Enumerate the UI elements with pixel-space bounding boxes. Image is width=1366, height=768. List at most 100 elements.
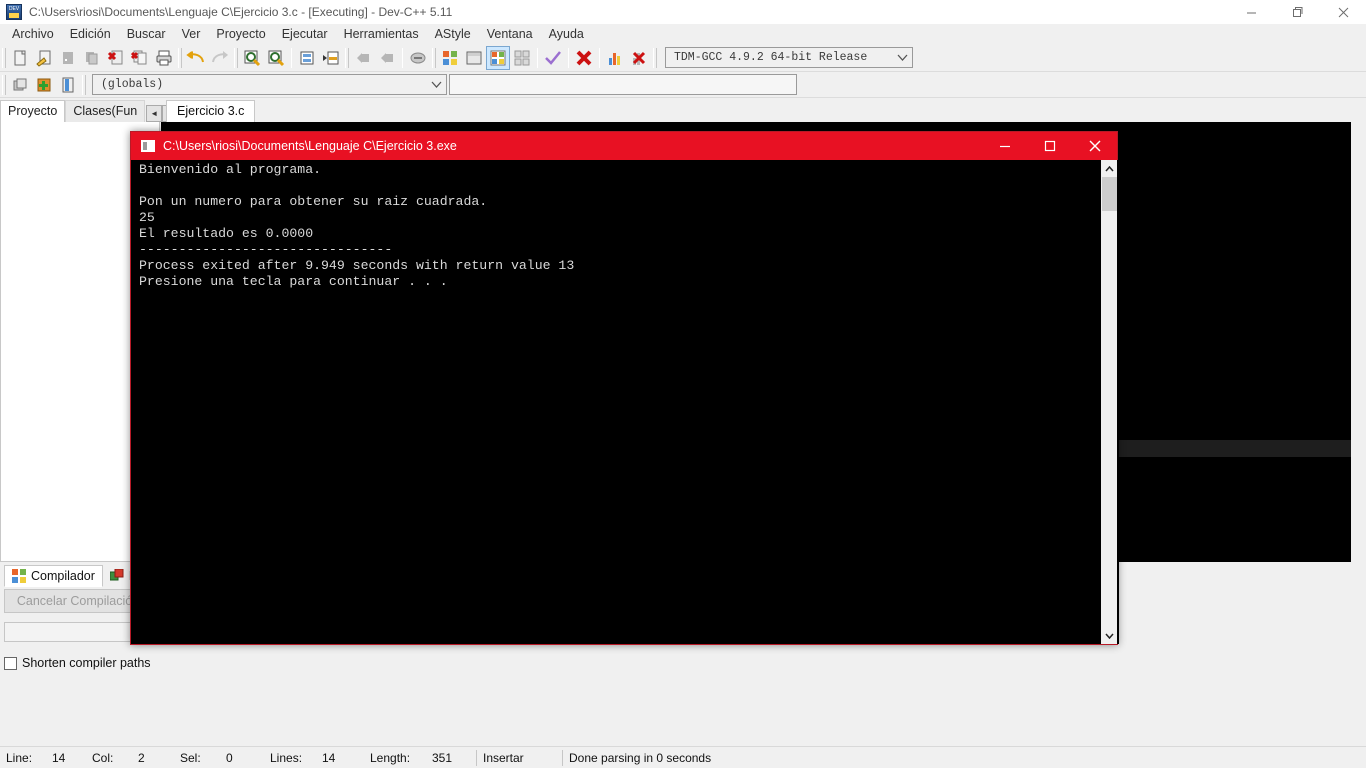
left-panel-tabs: Proyecto Clases(Fun ◄ ► [0,99,179,122]
menu-item-herramientas[interactable]: Herramientas [336,25,427,43]
devcpp-application-window: C:\Users\riosi\Documents\Lenguaje C\Ejer… [0,0,1366,768]
compiler-set-value: TDM-GCC 4.9.2 64-bit Release [674,51,868,64]
secondary-toolbar: (globals) [0,72,1366,98]
close-all-files-icon[interactable] [128,46,152,70]
status-line-value: 14 [52,750,66,765]
menu-item-proyecto[interactable]: Proyecto [208,25,273,43]
minimize-icon[interactable] [1228,0,1274,24]
compile-and-run-icon[interactable] [486,45,510,70]
console-title-bar[interactable]: C:\Users\riosi\Documents\Lenguaje C\Ejer… [131,132,1117,160]
main-title-bar: C:\Users\riosi\Documents\Lenguaje C\Ejer… [0,0,1366,24]
undo-icon[interactable] [184,46,208,70]
toolbar-grip-5[interactable] [432,47,436,68]
scope-value: (globals) [101,78,164,91]
console-scroll-up-icon[interactable] [1102,160,1117,177]
project-options-icon[interactable] [56,73,80,97]
panel-tab-row: Proyecto Clases(Fun ◄ ► Ejercicio 3.c [0,99,1366,122]
profile-icon[interactable] [603,46,627,70]
status-col-value: 2 [138,750,145,765]
compile-icon[interactable] [438,46,462,70]
chevron-down-icon[interactable] [892,48,912,67]
console-scroll-track[interactable] [1101,177,1117,627]
console-line-3: Pon un numero para obtener su raiz cuadr… [139,194,488,209]
console-line-8: Presione una tecla para continuar . . . [139,274,448,289]
status-bar: Line: 14 Col: 2 Sel: 0 Lines: 14 Length:… [0,746,1366,768]
print-icon[interactable] [152,46,176,70]
chevron-down-icon-2[interactable] [426,75,446,94]
goto-function-icon[interactable] [319,46,343,70]
toggle-breakpoint-icon[interactable] [406,46,430,70]
restore-icon[interactable] [1274,0,1320,24]
new-file-icon[interactable] [8,46,32,70]
toolbar-grip-3[interactable] [234,47,238,68]
console-minimize-icon[interactable] [982,132,1027,160]
shorten-compiler-paths-row[interactable]: Shorten compiler paths [4,656,156,670]
open-file-icon[interactable] [32,46,56,70]
tab-clases-funciones[interactable]: Clases(Fun [65,100,146,122]
status-lines-value: 14 [322,750,336,765]
console-close-icon[interactable] [1072,132,1117,160]
add-to-project-icon[interactable] [32,73,56,97]
delete-profile-icon[interactable] [627,46,651,70]
toolbar-grip[interactable] [2,47,6,68]
save-file-icon[interactable] [56,46,80,70]
menu-item-archivo[interactable]: Archivo [4,25,62,43]
menu-item-buscar[interactable]: Buscar [119,25,174,43]
resources-icon [109,568,124,583]
shorten-compiler-paths-checkbox[interactable] [4,656,17,670]
console-scroll-down-icon[interactable] [1102,627,1117,644]
console-output-area[interactable]: Bienvenido al programa. Pon un numero pa… [131,160,1119,644]
stop-execution-icon[interactable] [572,46,596,70]
close-icon[interactable] [1320,0,1366,24]
class-browser-combobox[interactable] [449,74,797,95]
scope-combobox[interactable]: (globals) [92,74,447,95]
compiler-set-combobox[interactable]: TDM-GCC 4.9.2 64-bit Release [665,47,913,68]
toolbar-grip-2[interactable] [178,47,182,68]
find-icon[interactable] [240,46,264,70]
tab-ejercicio-3-c[interactable]: Ejercicio 3.c [166,100,256,122]
console-title-text: C:\Users\riosi\Documents\Lenguaje C\Ejer… [163,139,457,153]
status-col: Col: 2 [86,748,174,768]
console-line-5: El resultado es 0.0000 [139,226,314,241]
shorten-compiler-paths-label: Shorten compiler paths [22,656,151,670]
rebuild-all-icon[interactable] [510,46,534,70]
menu-item-astyle[interactable]: AStyle [427,25,479,43]
menu-item-ayuda[interactable]: Ayuda [541,25,592,43]
redo-icon[interactable] [208,46,232,70]
tab-proyecto[interactable]: Proyecto [0,100,66,122]
replace-icon[interactable] [264,46,288,70]
compiler-icon [12,569,26,583]
goto-line-icon[interactable] [295,46,319,70]
console-output-text: Bienvenido al programa. Pon un numero pa… [139,162,574,290]
tab-compilador[interactable]: Compilador [4,565,103,587]
toolbar2-grip[interactable] [2,74,6,95]
console-line-6: -------------------------------- [139,242,393,257]
run-icon[interactable] [462,46,486,70]
console-scroll-thumb[interactable] [1101,177,1117,211]
toolbar2-grip-2[interactable] [82,74,86,95]
toolbar-separator-4 [568,47,569,68]
status-sel-label: Sel: [180,750,201,765]
tab-scroll-prev-icon[interactable]: ◄ [146,105,163,122]
close-file-icon[interactable] [104,46,128,70]
toolbar-separator-1 [291,47,292,68]
back-icon[interactable] [351,46,375,70]
menu-item-ejecutar[interactable]: Ejecutar [274,25,336,43]
menu-item-ver[interactable]: Ver [174,25,209,43]
console-maximize-icon[interactable] [1027,132,1072,160]
menu-item-edicion[interactable]: Edición [62,25,119,43]
toolbar-grip-4[interactable] [345,47,349,68]
forward-icon[interactable] [375,46,399,70]
console-window[interactable]: C:\Users\riosi\Documents\Lenguaje C\Ejer… [130,131,1119,645]
status-message: Done parsing in 0 seconds [569,750,712,765]
toolbar-grip-6[interactable] [653,47,657,68]
new-project-icon[interactable] [8,73,32,97]
save-all-icon[interactable] [80,46,104,70]
main-toolbar: TDM-GCC 4.9.2 64-bit Release [0,44,1366,72]
status-sel: Sel: 0 [174,748,264,768]
menu-item-ventana[interactable]: Ventana [479,25,541,43]
console-line-4: 25 [139,210,155,225]
syntax-check-icon[interactable] [541,46,565,70]
console-vscrollbar[interactable] [1100,160,1117,644]
window-controls [1228,0,1366,24]
